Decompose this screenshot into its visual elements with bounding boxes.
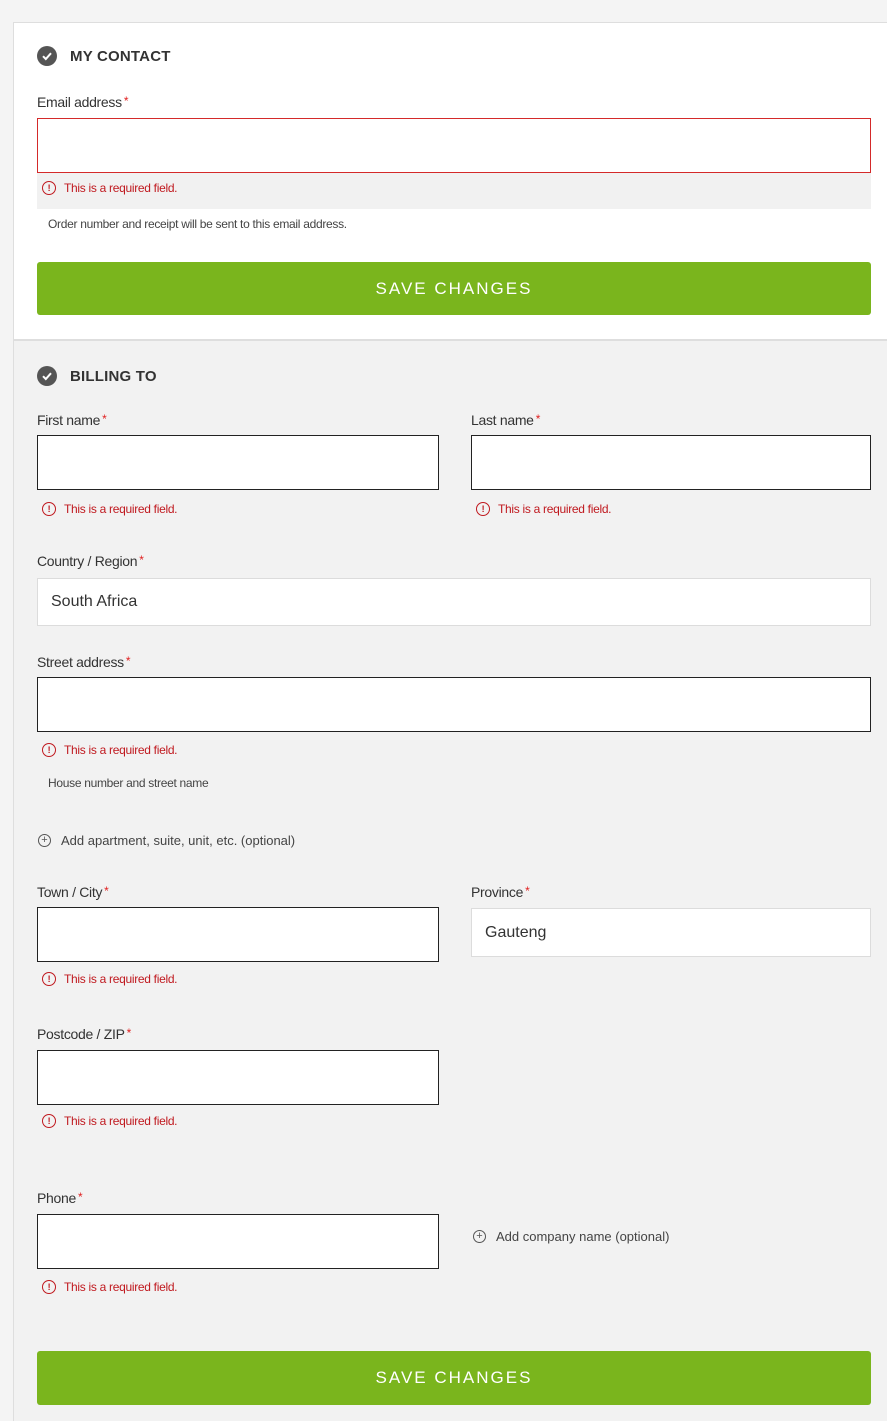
- email-label: Email address *: [37, 94, 129, 110]
- postcode-field[interactable]: [37, 1050, 439, 1105]
- town-label-text: Town / City: [37, 884, 103, 900]
- first-name-field[interactable]: [37, 435, 439, 490]
- country-label: Country / Region *: [37, 553, 144, 569]
- first-name-label: First name *: [37, 412, 107, 428]
- required-mark: *: [525, 884, 530, 898]
- check-circle-icon: [37, 366, 57, 386]
- phone-error-text: This is a required field.: [64, 1280, 178, 1294]
- required-mark: *: [123, 94, 129, 108]
- street-label: Street address *: [37, 654, 131, 670]
- alert-circle-icon: !: [42, 1114, 56, 1128]
- province-label-text: Province: [471, 884, 524, 900]
- alert-circle-icon: !: [42, 502, 56, 516]
- town-label: Town / City *: [37, 884, 109, 900]
- required-mark: *: [102, 412, 107, 426]
- last-name-label: Last name *: [471, 412, 540, 428]
- town-error: ! This is a required field.: [42, 972, 178, 986]
- alert-circle-icon: !: [42, 181, 56, 195]
- billing-section-header: BILLING TO: [37, 365, 157, 387]
- contact-section-header: MY CONTACT: [37, 45, 171, 67]
- last-name-field[interactable]: [471, 435, 871, 490]
- required-mark: *: [126, 1026, 132, 1040]
- phone-error: ! This is a required field.: [42, 1280, 178, 1294]
- add-apartment-text: Add apartment, suite, unit, etc. (option…: [61, 833, 296, 848]
- required-mark: *: [535, 412, 541, 426]
- add-apartment-link[interactable]: + Add apartment, suite, unit, etc. (opti…: [38, 833, 295, 848]
- alert-circle-icon: !: [42, 1280, 56, 1294]
- required-mark: *: [139, 553, 144, 567]
- required-mark: *: [77, 1190, 83, 1204]
- phone-label-text: Phone: [37, 1190, 76, 1206]
- street-helper: House number and street name: [48, 776, 209, 790]
- billing-section-title: BILLING TO: [70, 367, 157, 385]
- email-helper: Order number and receipt will be sent to…: [48, 217, 347, 231]
- plus-circle-icon: +: [473, 1230, 486, 1243]
- plus-circle-icon: +: [38, 834, 51, 847]
- last-name-error: ! This is a required field.: [476, 502, 612, 516]
- province-label: Province *: [471, 884, 530, 900]
- email-label-text: Email address: [37, 94, 122, 110]
- postcode-label-text: Postcode / ZIP: [37, 1026, 125, 1042]
- country-select[interactable]: South Africa: [37, 578, 871, 626]
- first-name-label-text: First name: [37, 412, 101, 428]
- check-circle-icon: [37, 46, 57, 66]
- street-label-text: Street address: [37, 654, 124, 670]
- phone-label: Phone *: [37, 1190, 83, 1206]
- town-error-text: This is a required field.: [64, 972, 178, 986]
- street-error-text: This is a required field.: [64, 743, 178, 757]
- contact-save-button[interactable]: SAVE CHANGES: [37, 262, 871, 315]
- add-company-link[interactable]: + Add company name (optional): [473, 1229, 669, 1244]
- alert-circle-icon: !: [42, 743, 56, 757]
- province-select[interactable]: Gauteng: [471, 908, 871, 957]
- alert-circle-icon: !: [42, 972, 56, 986]
- billing-save-button[interactable]: SAVE CHANGES: [37, 1351, 871, 1405]
- province-value: Gauteng: [485, 923, 547, 941]
- phone-field[interactable]: [37, 1214, 439, 1269]
- add-company-text: Add company name (optional): [496, 1229, 670, 1244]
- last-name-label-text: Last name: [471, 412, 534, 428]
- email-field[interactable]: [37, 118, 871, 173]
- alert-circle-icon: !: [476, 502, 490, 516]
- first-name-error-text: This is a required field.: [64, 502, 178, 516]
- country-label-text: Country / Region: [37, 553, 138, 569]
- postcode-error-text: This is a required field.: [64, 1114, 178, 1128]
- last-name-error-text: This is a required field.: [498, 502, 612, 516]
- town-city-field[interactable]: [37, 907, 439, 962]
- country-value: South Africa: [51, 593, 138, 610]
- first-name-error: ! This is a required field.: [42, 502, 178, 516]
- street-error: ! This is a required field.: [42, 743, 178, 757]
- email-error: ! This is a required field.: [42, 181, 178, 195]
- street-address-field[interactable]: [37, 677, 871, 732]
- postcode-error: ! This is a required field.: [42, 1114, 178, 1128]
- postcode-label: Postcode / ZIP *: [37, 1026, 131, 1042]
- contact-section-title: MY CONTACT: [70, 47, 171, 65]
- required-mark: *: [104, 884, 109, 898]
- required-mark: *: [125, 654, 131, 668]
- email-error-text: This is a required field.: [64, 181, 178, 195]
